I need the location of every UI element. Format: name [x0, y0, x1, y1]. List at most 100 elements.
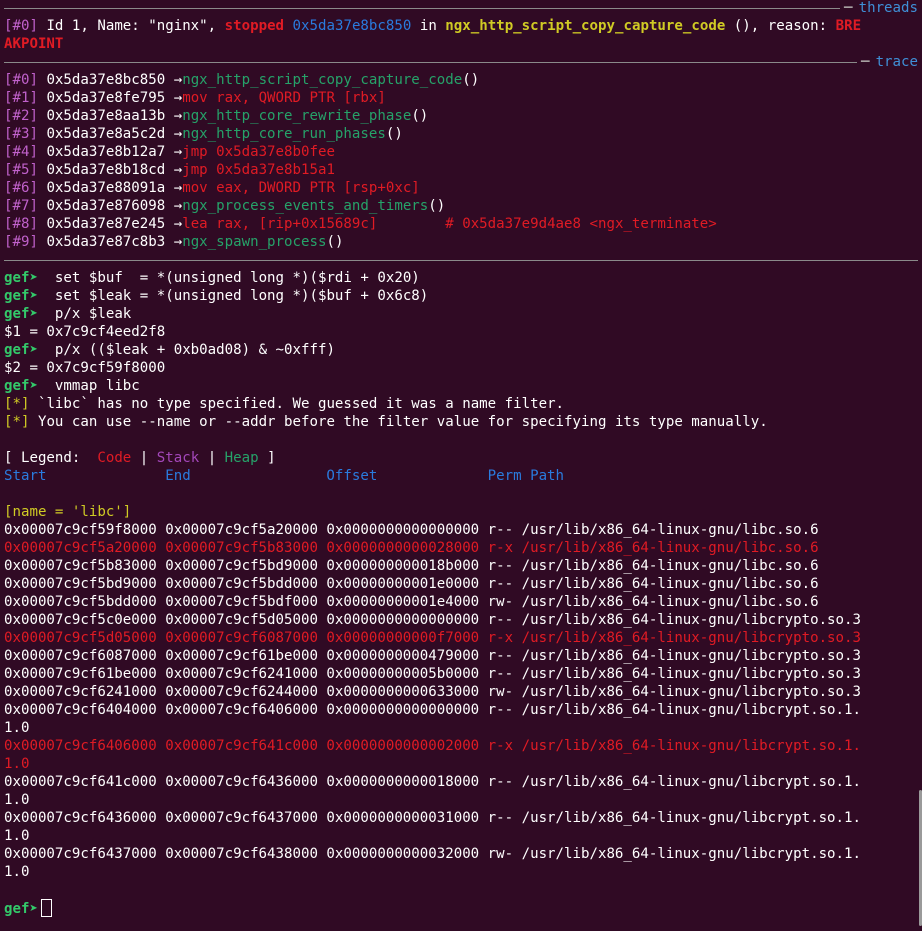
thread-reason: BRE: [835, 18, 862, 34]
vmmap-row: 0x00007c9cf59f8000 0x00007c9cf5a20000 0x…: [4, 522, 819, 538]
frame-address: 0x5da37e8fe795 →: [37, 90, 183, 106]
frame-index: [#5]: [4, 162, 38, 178]
command-text: set $buf = *(unsigned long *)($rdi + 0x2…: [37, 270, 420, 286]
vmmap-row: 0x00007c9cf6404000 0x00007c9cf6406000 0x…: [4, 702, 862, 718]
gef-prompt: gef➤: [4, 306, 38, 322]
frame-address: 0x5da37e87e245 →: [37, 216, 183, 232]
frame-address: 0x5da37e876098 →: [37, 198, 183, 214]
vmmap-row: 0x00007c9cf5b83000 0x00007c9cf5bd9000 0x…: [4, 558, 819, 574]
gef-prompt: gef➤: [4, 270, 38, 286]
trace-frame: [#0] 0x5da37e8bc850 →ngx_http_script_cop…: [4, 71, 918, 89]
session-line: gef➤ set $leak = *(unsigned long *)($buf…: [4, 287, 918, 305]
frame-symbol: ngx_spawn_process: [182, 234, 327, 250]
text-cursor[interactable]: [40, 899, 52, 917]
thread-in: in: [411, 18, 446, 34]
separator-rule: [4, 259, 918, 261]
vmmap-row-wrap: 1.0: [4, 828, 30, 844]
gdb-session: gef➤ set $buf = *(unsigned long *)($rdi …: [4, 269, 918, 431]
gef-prompt: gef➤: [4, 342, 38, 358]
trace-section-label: trace: [875, 54, 918, 70]
legend-sep: |: [131, 450, 157, 466]
frame-index: [#9]: [4, 234, 38, 250]
session-line: [*] You can use --name or --addr before …: [4, 413, 918, 431]
legend-heap: Heap: [224, 450, 259, 466]
trace-frame: [#4] 0x5da37e8b12a7 →jmp 0x5da37e8b0fee: [4, 143, 918, 161]
thread-reason-wrap: AKPOINT: [4, 35, 918, 53]
frame-index: [#7]: [4, 198, 38, 214]
separator-rule: [4, 7, 841, 9]
gef-prompt: gef➤: [4, 378, 38, 394]
frame-index: [#6]: [4, 180, 38, 196]
threads-section-header: ─ threads: [4, 0, 918, 17]
frame-call-suffix: (): [462, 72, 480, 88]
vmmap-row: 0x00007c9cf6436000 0x00007c9cf6437000 0x…: [4, 810, 862, 826]
frame-index: [#2]: [4, 108, 38, 124]
vmmap-table: 0x00007c9cf59f8000 0x00007c9cf5a20000 0x…: [4, 521, 918, 881]
frame-address: 0x5da37e8b12a7 →: [37, 144, 183, 160]
session-line: gef➤ p/x (($leak + 0xb0ad08) & ~0xfff): [4, 341, 918, 359]
command-text: set $leak = *(unsigned long *)($buf + 0x…: [37, 288, 429, 304]
separator-arrow: ─: [844, 0, 853, 16]
gef-prompt: gef➤: [4, 288, 38, 304]
session-line: gef➤ set $buf = *(unsigned long *)($rdi …: [4, 269, 918, 287]
info-text: You can use --name or --addr before the …: [29, 414, 768, 430]
frame-call-suffix: (): [385, 126, 403, 142]
frame-symbol: lea rax, [rip+0x15689c] # 0x5da37e9d4ae8…: [182, 216, 717, 232]
thread-state: stopped: [224, 18, 285, 34]
session-line: gef➤ vmmap libc: [4, 377, 918, 395]
trace-frame: [#6] 0x5da37e88091a →mov eax, DWORD PTR …: [4, 179, 918, 197]
legend-sep: |: [199, 450, 225, 466]
input-prompt-line[interactable]: gef➤: [4, 899, 918, 917]
separator-rule: [4, 61, 858, 63]
thread-function: ngx_http_script_copy_capture_code: [445, 18, 726, 34]
vmmap-legend: [ Legend: Code | Stack | Heap ]: [4, 449, 918, 467]
frame-symbol: ngx_http_core_rewrite_phase: [182, 108, 412, 124]
command-text: vmmap libc: [37, 378, 140, 394]
frame-index: [#3]: [4, 126, 38, 142]
thread-description: Id 1, Name: "nginx",: [37, 18, 225, 34]
session-line: [*] `libc` has no type specified. We gue…: [4, 395, 918, 413]
separator-arrow: ─: [861, 54, 870, 70]
frame-address: 0x5da37e88091a →: [37, 180, 183, 196]
trace-frame: [#1] 0x5da37e8fe795 →mov rax, QWORD PTR …: [4, 89, 918, 107]
context-end-rule: [4, 251, 918, 269]
legend-stack: Stack: [156, 450, 200, 466]
trace-frame: [#9] 0x5da37e87c8b3 →ngx_spawn_process(): [4, 233, 918, 251]
trace-frame: [#7] 0x5da37e876098 →ngx_process_events_…: [4, 197, 918, 215]
frame-symbol: ngx_http_core_run_phases: [182, 126, 386, 142]
legend-code: Code: [97, 450, 132, 466]
thread-status-line: [#0] Id 1, Name: "nginx", stopped 0x5da3…: [4, 17, 918, 35]
thread-tail: (), reason:: [725, 18, 836, 34]
frame-address: 0x5da37e8aa13b →: [37, 108, 183, 124]
vmmap-column-header: Start End Offset Perm Path: [4, 468, 565, 484]
trace-frame: [#8] 0x5da37e87e245 →lea rax, [rip+0x156…: [4, 215, 918, 233]
frame-index: [#8]: [4, 216, 38, 232]
output-text: $2 = 0x7c9cf59f8000: [4, 360, 166, 376]
frame-index: [#1]: [4, 90, 38, 106]
frame-symbol: ngx_process_events_and_timers: [182, 198, 429, 214]
frame-call-suffix: (): [411, 108, 429, 124]
gef-prompt: gef➤: [4, 901, 38, 917]
frame-address: 0x5da37e8a5c2d →: [37, 126, 183, 142]
frame-index: [#4]: [4, 144, 38, 160]
frame-symbol: jmp 0x5da37e8b15a1: [182, 162, 335, 178]
frame-address: 0x5da37e8bc850 →: [37, 72, 183, 88]
vmmap-row: 0x00007c9cf5bd9000 0x00007c9cf5bdd000 0x…: [4, 576, 819, 592]
frame-symbol: mov rax, QWORD PTR [rbx]: [182, 90, 386, 106]
vmmap-filter-line: [name = 'libc']: [4, 504, 132, 520]
vmmap-row: 0x00007c9cf6241000 0x00007c9cf6244000 0x…: [4, 684, 862, 700]
terminal-output[interactable]: ─ threads [#0] Id 1, Name: "nginx", stop…: [4, 0, 918, 917]
trace-frame: [#5] 0x5da37e8b18cd →jmp 0x5da37e8b15a1: [4, 161, 918, 179]
trace-frame: [#2] 0x5da37e8aa13b →ngx_http_core_rewri…: [4, 107, 918, 125]
vmmap-row-wrap: 1.0: [4, 756, 30, 772]
threads-section-label: threads: [858, 0, 918, 16]
frame-symbol: mov eax, DWORD PTR [rsp+0xc]: [182, 180, 420, 196]
trace-section-header: ─ trace: [4, 53, 918, 71]
session-line: gef➤ p/x $leak: [4, 305, 918, 323]
thread-reason-continued: AKPOINT: [4, 36, 64, 52]
vmmap-row-wrap: 1.0: [4, 864, 30, 880]
session-line: $1 = 0x7c9cf4eed2f8: [4, 323, 918, 341]
